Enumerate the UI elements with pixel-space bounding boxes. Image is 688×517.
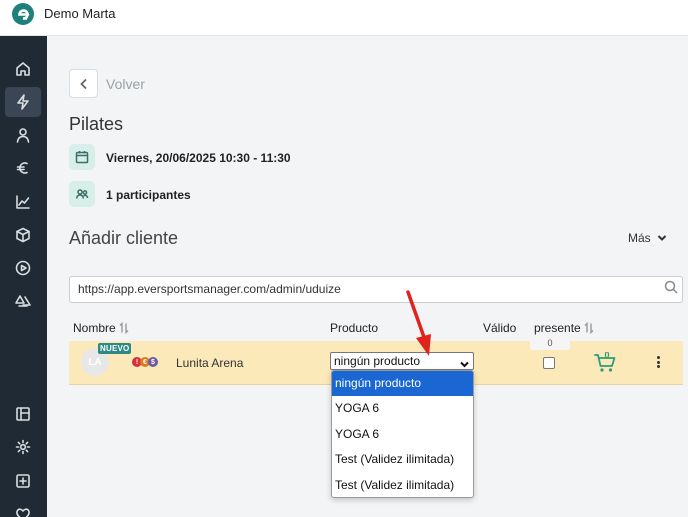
- sidebar-item-activities[interactable]: [5, 87, 41, 117]
- new-badge: NUEVO: [98, 343, 132, 354]
- search-icon[interactable]: [664, 280, 678, 294]
- layout-icon: [16, 407, 30, 421]
- column-header-valid-label: Válido: [483, 321, 517, 335]
- cart-count: 0: [604, 352, 609, 360]
- column-header-present-label: presente: [534, 321, 581, 335]
- add-client-title: Añadir cliente: [69, 228, 179, 248]
- sidebar-item-media[interactable]: [5, 253, 41, 283]
- sort-icon[interactable]: [119, 321, 129, 335]
- more-label: Más: [628, 231, 651, 245]
- event-datetime: Viernes, 20/06/2025 10:30 - 11:30: [106, 151, 291, 165]
- column-header-valid: Válido: [483, 321, 516, 335]
- client-name[interactable]: Lunita Arena: [176, 356, 243, 370]
- dollar-dot-icon: $: [148, 357, 158, 367]
- sidebar-item-reports[interactable]: [5, 187, 41, 217]
- product-dropdown-list: ningún producto YOGA 6 YOGA 6 Test (Vali…: [331, 370, 474, 498]
- box-icon: [16, 227, 30, 243]
- top-bar: Demo Marta: [0, 0, 688, 36]
- dropdown-option[interactable]: YOGA 6: [332, 396, 473, 421]
- heart-icon: [16, 508, 30, 517]
- euro-icon: [16, 162, 28, 174]
- dropdown-option[interactable]: ningún producto: [332, 371, 473, 397]
- lightning-icon: [17, 94, 29, 110]
- cart-icon[interactable]: 0: [594, 350, 618, 374]
- present-checkbox[interactable]: [543, 357, 555, 369]
- gear-icon: [15, 439, 31, 455]
- annotation-arrow-icon: [406, 290, 431, 356]
- chart-icon: [16, 195, 30, 209]
- chevron-down-icon: [657, 235, 666, 241]
- sort-icon[interactable]: [584, 321, 594, 335]
- back-label[interactable]: Volver: [106, 76, 145, 92]
- sidebar-item-settings[interactable]: [5, 432, 41, 462]
- sidebar-item-layout[interactable]: [5, 399, 41, 429]
- sidebar: [0, 36, 47, 517]
- column-header-product: Producto: [330, 321, 378, 335]
- plus-square-icon: [16, 474, 30, 488]
- chevron-left-icon: [79, 78, 87, 89]
- present-count: 0: [530, 336, 570, 350]
- app-logo-icon[interactable]: [11, 2, 35, 26]
- shapes-icon: [15, 295, 31, 307]
- page-title: Pilates: [69, 114, 124, 134]
- dropdown-option[interactable]: Test (Validez ilimitada): [332, 447, 473, 472]
- back-button[interactable]: [69, 69, 98, 98]
- company-name: Demo Marta: [44, 6, 116, 21]
- column-header-product-label: Producto: [330, 321, 379, 335]
- row-menu-kebab-icon[interactable]: [652, 354, 664, 370]
- column-header-name-label: Nombre: [73, 321, 116, 335]
- participants-icon: [69, 181, 95, 207]
- more-dropdown-button[interactable]: Más: [628, 231, 667, 245]
- chevron-down-icon: [460, 357, 469, 368]
- participants-count: 1 participantes: [106, 188, 191, 202]
- dropdown-option[interactable]: Test (Validez ilimitada): [332, 473, 473, 497]
- column-header-present[interactable]: presente: [534, 321, 594, 335]
- sidebar-item-add[interactable]: [5, 466, 41, 496]
- home-icon: [16, 62, 30, 76]
- sidebar-item-finance[interactable]: [5, 153, 41, 183]
- play-icon: [15, 260, 31, 276]
- sidebar-item-customers[interactable]: [5, 120, 41, 150]
- sidebar-item-home[interactable]: [5, 54, 41, 84]
- dropdown-option[interactable]: YOGA 6: [332, 422, 473, 447]
- column-header-name[interactable]: Nombre: [73, 321, 129, 335]
- calendar-icon: [69, 144, 95, 170]
- client-search-input[interactable]: https://app.eversportsmanager.com/admin/…: [69, 276, 683, 303]
- sidebar-item-marketing[interactable]: [5, 286, 41, 316]
- sidebar-item-products[interactable]: [5, 220, 41, 250]
- user-icon: [16, 128, 30, 143]
- sidebar-item-favorites[interactable]: [5, 499, 41, 517]
